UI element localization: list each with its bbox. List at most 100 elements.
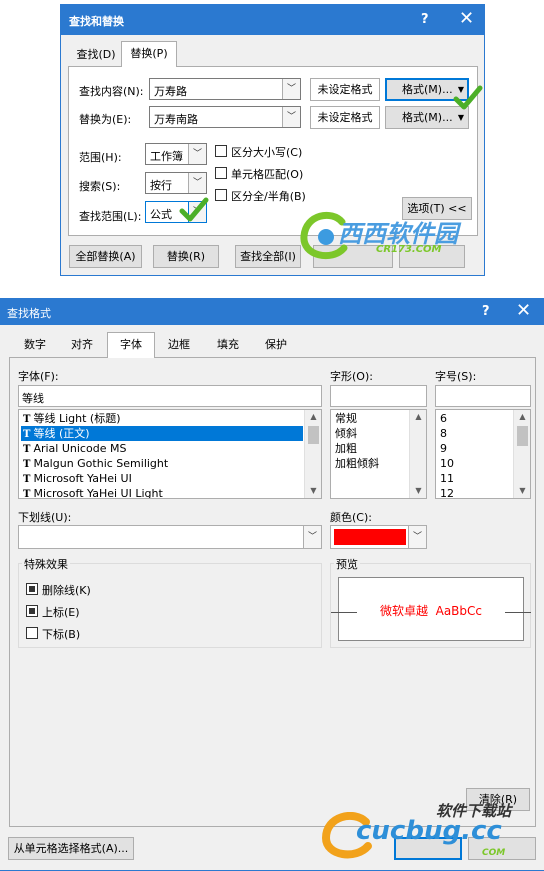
watermark-sub-text: COM bbox=[482, 848, 506, 858]
search-select[interactable]: 按行 ﹀ bbox=[145, 172, 207, 194]
help-icon[interactable]: ? bbox=[482, 304, 490, 319]
superscript-label[interactable]: 上标(E) bbox=[42, 604, 80, 620]
checkmark-icon bbox=[453, 85, 483, 110]
tab-protection[interactable]: 保护 bbox=[254, 335, 298, 357]
find-format-preview: 未设定格式 bbox=[310, 78, 380, 101]
close-icon[interactable]: ✕ bbox=[516, 300, 531, 321]
strikethrough-checkbox[interactable] bbox=[26, 583, 38, 595]
find-what-label: 查找内容(N): bbox=[79, 85, 144, 98]
chevron-down-icon[interactable]: ﹀ bbox=[188, 173, 206, 193]
list-item[interactable]: 6 bbox=[438, 411, 512, 426]
tab-alignment[interactable]: 对齐 bbox=[60, 335, 104, 357]
list-item[interactable]: T Arial Unicode MS bbox=[21, 441, 303, 456]
look-in-value: 公式 bbox=[150, 208, 172, 221]
scroll-thumb[interactable] bbox=[517, 426, 528, 446]
watermark-logo: 西西软件园 CR173.COM bbox=[296, 208, 506, 264]
scroll-up-icon[interactable]: ▲ bbox=[514, 410, 530, 424]
list-item[interactable]: 加粗 bbox=[333, 441, 408, 456]
replace-button[interactable]: 替换(R) bbox=[153, 245, 219, 268]
font-list[interactable]: T 等线 Light (标题) T 等线 (正文) T Arial Unicode M… bbox=[18, 409, 322, 499]
search-value: 按行 bbox=[150, 179, 172, 192]
font-panel: 字体(F): 等线 T 等线 Light (标题) T 等线 (正文) T Arial… bbox=[9, 357, 536, 827]
find-format-button-label: 格式(M)... bbox=[402, 83, 453, 96]
superscript-checkbox[interactable] bbox=[26, 605, 38, 617]
replace-with-combo[interactable]: 万寿南路 ﹀ bbox=[149, 106, 301, 128]
scroll-down-icon[interactable]: ▼ bbox=[514, 484, 530, 498]
tab-font[interactable]: 字体 bbox=[107, 332, 155, 358]
choose-format-from-cell-button[interactable]: 从单元格选择格式(A)... bbox=[8, 837, 134, 860]
replace-format-button-label: 格式(M)... bbox=[402, 111, 453, 124]
tab-number[interactable]: 数字 bbox=[13, 335, 57, 357]
font-label: 字体(F): bbox=[18, 370, 59, 383]
tab-replace[interactable]: 替换(P) bbox=[121, 41, 177, 67]
truetype-icon: T bbox=[23, 429, 31, 440]
font-style-input[interactable] bbox=[330, 385, 427, 407]
list-item[interactable]: T Microsoft YaHei UI Light bbox=[21, 486, 303, 499]
scroll-up-icon[interactable]: ▲ bbox=[305, 410, 321, 424]
font-size-input[interactable] bbox=[435, 385, 531, 407]
match-case-checkbox[interactable] bbox=[215, 145, 227, 157]
scroll-up-icon[interactable]: ▲ bbox=[410, 410, 426, 424]
truetype-icon: T bbox=[23, 489, 31, 499]
tab-fill[interactable]: 填充 bbox=[206, 335, 250, 357]
watermark-logo-bottom: 软件下载站 cucbug.cc COM bbox=[316, 798, 542, 864]
list-item[interactable]: T 等线 Light (标题) bbox=[21, 411, 303, 426]
replace-with-value: 万寿南路 bbox=[154, 113, 198, 126]
within-select[interactable]: 工作簿 ﹀ bbox=[145, 143, 207, 165]
font-size-list[interactable]: 6 8 9 10 11 12 ▲ ▼ bbox=[435, 409, 531, 499]
truetype-icon: T bbox=[23, 459, 31, 470]
chevron-down-icon[interactable]: ﹀ bbox=[188, 144, 206, 164]
list-item[interactable]: 9 bbox=[438, 441, 512, 456]
chevron-down-icon[interactable]: ﹀ bbox=[408, 526, 426, 548]
size-list-scrollbar[interactable]: ▲ ▼ bbox=[513, 410, 530, 498]
strikethrough-label[interactable]: 删除线(K) bbox=[42, 582, 91, 598]
list-item[interactable]: T Malgun Gothic Semilight bbox=[21, 456, 303, 471]
replace-format-preview: 未设定格式 bbox=[310, 106, 380, 129]
font-list-scrollbar[interactable]: ▲ ▼ bbox=[304, 410, 321, 498]
preview-box: 微软卓越 AaBbCc bbox=[331, 577, 531, 641]
match-byte-checkbox[interactable] bbox=[215, 189, 227, 201]
list-item[interactable]: 10 bbox=[438, 456, 512, 471]
list-item[interactable]: 加粗倾斜 bbox=[333, 456, 408, 471]
within-value: 工作簿 bbox=[150, 150, 183, 163]
list-item[interactable]: 11 bbox=[438, 471, 512, 486]
chevron-down-icon[interactable]: ﹀ bbox=[282, 107, 300, 127]
help-icon[interactable]: ? bbox=[421, 12, 429, 27]
subscript-label[interactable]: 下标(B) bbox=[42, 626, 80, 642]
font-input[interactable]: 等线 bbox=[18, 385, 322, 407]
find-replace-titlebar: 查找和替换 ? ✕ bbox=[61, 5, 484, 35]
tab-find[interactable]: 查找(D) bbox=[71, 45, 121, 67]
list-item[interactable]: 12 bbox=[438, 486, 512, 498]
list-item[interactable]: 常规 bbox=[333, 411, 408, 426]
list-item[interactable]: 倾斜 bbox=[333, 426, 408, 441]
scroll-down-icon[interactable]: ▼ bbox=[410, 484, 426, 498]
match-entire-label[interactable]: 单元格匹配(O) bbox=[231, 166, 303, 182]
style-list-scrollbar[interactable]: ▲ ▼ bbox=[409, 410, 426, 498]
font-name: Malgun Gothic Semilight bbox=[33, 457, 169, 470]
search-label: 搜索(S): bbox=[79, 180, 121, 193]
subscript-checkbox[interactable] bbox=[26, 627, 38, 639]
close-icon[interactable]: ✕ bbox=[459, 8, 474, 29]
scroll-down-icon[interactable]: ▼ bbox=[305, 484, 321, 498]
preview-title: 预览 bbox=[334, 556, 360, 572]
underline-select[interactable]: ﹀ bbox=[18, 525, 322, 549]
chevron-down-icon[interactable]: ﹀ bbox=[282, 79, 300, 99]
match-entire-checkbox[interactable] bbox=[215, 167, 227, 179]
tab-border[interactable]: 边框 bbox=[157, 335, 201, 357]
chevron-down-icon[interactable]: ﹀ bbox=[303, 526, 321, 548]
find-what-combo[interactable]: 万寿路 ﹀ bbox=[149, 78, 301, 100]
color-select[interactable]: ﹀ bbox=[330, 525, 427, 549]
match-case-label[interactable]: 区分大小写(C) bbox=[231, 144, 302, 160]
color-swatch bbox=[334, 529, 406, 545]
find-replace-title: 查找和替换 bbox=[69, 15, 124, 28]
font-style-list[interactable]: 常规 倾斜 加粗 加粗倾斜 ▲ ▼ bbox=[330, 409, 427, 499]
list-item[interactable]: 8 bbox=[438, 426, 512, 441]
font-name: 等线 Light (标题) bbox=[33, 412, 121, 425]
truetype-icon: T bbox=[23, 444, 31, 455]
match-byte-label[interactable]: 区分全/半角(B) bbox=[231, 188, 306, 204]
scroll-thumb[interactable] bbox=[308, 426, 319, 444]
find-all-button[interactable]: 查找全部(I) bbox=[235, 245, 301, 268]
list-item[interactable]: T 等线 (正文) bbox=[21, 426, 303, 441]
list-item[interactable]: T Microsoft YaHei UI bbox=[21, 471, 303, 486]
replace-all-button[interactable]: 全部替换(A) bbox=[69, 245, 142, 268]
